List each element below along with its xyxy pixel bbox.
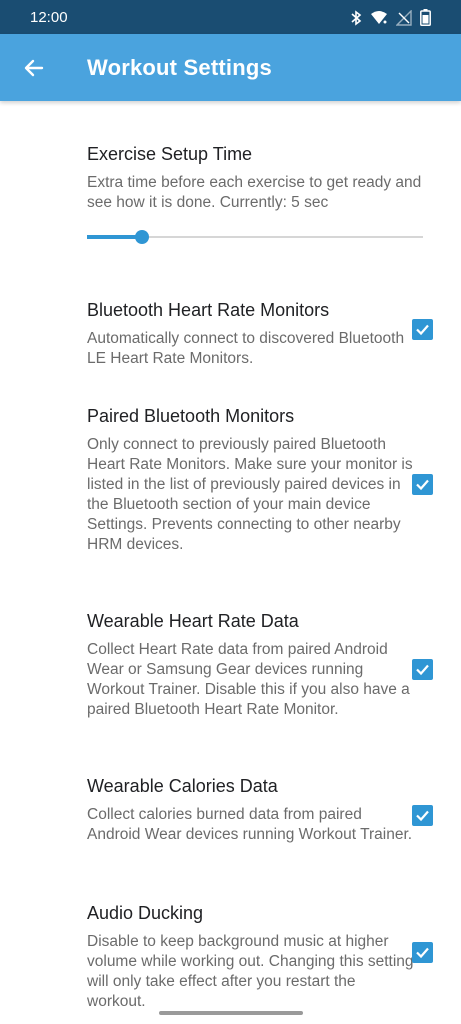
status-icons: [350, 9, 431, 26]
check-icon: [416, 664, 429, 676]
page-title: Workout Settings: [87, 55, 272, 80]
setting-description: Collect Heart Rate data from paired Andr…: [87, 641, 410, 718]
slider-thumb[interactable]: [135, 230, 149, 244]
setting-description: Disable to keep background music at high…: [87, 933, 414, 1010]
setting-paired-bluetooth-monitors[interactable]: Paired Bluetooth Monitors Only connect t…: [87, 405, 417, 555]
audio-ducking-checkbox[interactable]: [412, 942, 433, 963]
check-icon: [416, 324, 429, 336]
setting-title: Paired Bluetooth Monitors: [87, 406, 295, 426]
setting-wearable-calories-data[interactable]: Wearable Calories Data Collect calories …: [87, 775, 417, 845]
battery-icon: [420, 9, 431, 26]
setting-title: Bluetooth Heart Rate Monitors: [87, 300, 330, 320]
setting-title: Exercise Setup Time: [87, 144, 253, 164]
setting-bluetooth-hrm[interactable]: Bluetooth Heart Rate Monitors Automatica…: [87, 299, 417, 369]
bluetooth-icon: [351, 9, 362, 26]
no-signal-icon: [396, 9, 412, 26]
setting-title: Audio Ducking: [87, 903, 204, 923]
setting-title: Wearable Heart Rate Data: [87, 611, 299, 631]
setting-description: Extra time before each exercise to get r…: [87, 174, 422, 211]
setting-description: Automatically connect to discovered Blue…: [87, 330, 405, 367]
back-arrow-icon[interactable]: [20, 54, 48, 82]
status-time: 12:00: [30, 9, 68, 26]
bluetooth-hrm-checkbox[interactable]: [412, 319, 433, 340]
setting-description: Only connect to previously paired Blueto…: [87, 436, 413, 553]
setting-audio-ducking[interactable]: Audio Ducking Disable to keep background…: [87, 902, 417, 1012]
home-indicator[interactable]: [159, 1011, 303, 1015]
paired-monitors-checkbox[interactable]: [412, 474, 433, 495]
setting-wearable-heart-rate-data[interactable]: Wearable Heart Rate Data Collect Heart R…: [87, 610, 417, 720]
check-icon: [416, 810, 429, 822]
slider-fill: [87, 235, 142, 239]
setting-exercise-setup-time: Exercise Setup Time Extra time before ea…: [87, 143, 422, 213]
status-bar: 12:00: [0, 0, 461, 34]
wearable-heart-rate-checkbox[interactable]: [412, 659, 433, 680]
app-bar: Workout Settings: [0, 34, 461, 101]
setting-description: Collect calories burned data from paired…: [87, 806, 413, 843]
check-icon: [416, 479, 429, 491]
wifi-icon: [371, 10, 387, 24]
wearable-calories-checkbox[interactable]: [412, 805, 433, 826]
setup-time-slider[interactable]: [87, 228, 423, 246]
setting-title: Wearable Calories Data: [87, 776, 278, 796]
check-icon: [416, 947, 429, 959]
